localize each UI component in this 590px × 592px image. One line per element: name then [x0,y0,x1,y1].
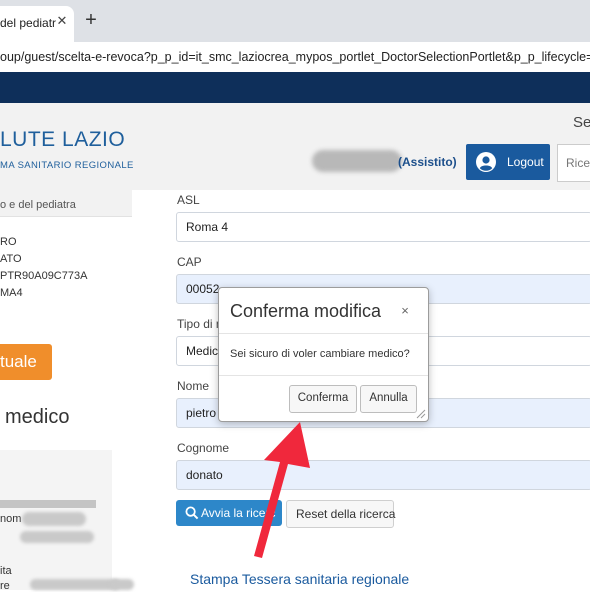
close-icon[interactable]: × [398,304,412,318]
start-search-label: Avvia la ricerc [201,506,276,520]
reset-search-button[interactable]: Reset della ricerca [286,500,396,528]
nome-label: Nome [177,379,210,393]
current-doctor-button[interactable]: tuale [0,344,52,380]
close-icon[interactable]: ✕ [55,14,69,28]
asl-value: Roma 4 [186,220,229,234]
header-search-input[interactable]: Ricer [557,144,590,182]
patient-info-line: PTR90A09C773A [0,270,88,282]
redacted-text [110,579,134,590]
redacted-user-name [312,150,402,172]
redacted-text [20,531,94,543]
doctor-info-bar [0,500,96,508]
search-icon [185,506,199,520]
logout-button[interactable]: Logout [466,144,550,180]
confirm-button[interactable]: Conferma [289,385,357,413]
annotation-arrow-shape [254,422,310,558]
brand-title[interactable]: LUTE LAZIO [0,128,125,152]
asl-label: ASL [177,193,200,207]
cognome-value: donato [186,468,223,482]
patient-info-line: ATO [0,253,22,265]
cancel-button-label: Annulla [369,392,408,404]
nome-value: pietro [186,406,217,420]
cancel-button[interactable]: Annulla [360,385,417,413]
reset-search-label: Reset della ricerca [296,507,396,521]
user-role: (Assistito) [398,155,457,169]
start-search-button[interactable]: Avvia la ricerc [176,500,282,526]
section-heading-medico: medico [5,406,70,428]
tipo-medico-value: Medic [186,344,219,358]
doctor-info-line: ita [0,565,12,577]
user-icon [476,152,496,172]
current-doctor-button-label: tuale [0,352,37,371]
asl-select[interactable]: Roma 4 [176,212,590,242]
dialog-divider [219,375,428,376]
cap-value: 00052 [186,282,220,296]
dialog-message: Sei sicuro di voler cambiare medico? [230,348,410,360]
patient-info-line: RO [0,236,17,248]
patient-info-line: MA4 [0,287,23,299]
print-health-card-link[interactable]: Stampa Tessera sanitaria regionale [190,571,409,587]
doctor-info-line: re [0,580,10,592]
url-text: oup/guest/scelta-e-revoca?p_p_id=it_smc_… [0,50,590,64]
logout-label: Logout [507,155,544,169]
new-tab-icon[interactable]: + [82,10,100,30]
browser-tab[interactable]: del pediatr ✕ [0,6,74,42]
doctor-info-line: nom [0,513,22,525]
cognome-input[interactable]: donato [176,460,590,490]
redacted-text [22,512,86,526]
left-menu-label: o e del pediatra [0,199,76,211]
header-search-placeholder: Ricer [566,156,590,170]
brand-subtitle: MA SANITARIO REGIONALE [0,160,134,171]
dialog-title: Conferma modifica [230,301,382,321]
confirm-button-label: Conferma [297,392,349,404]
cognome-label: Cognome [177,441,230,455]
cap-label: CAP [177,255,202,269]
browser-tab-bar: del pediatr ✕ + [0,0,590,42]
header-right-text: Se [573,114,590,131]
redacted-text [30,579,120,590]
address-bar[interactable]: oup/guest/scelta-e-revoca?p_p_id=it_smc_… [0,42,590,73]
tab-title: del pediatr [0,16,57,30]
resize-grip-icon[interactable] [415,408,426,419]
confirm-change-dialog: Conferma modifica × Sei sicuro di voler … [218,287,429,422]
top-nav-band [0,72,590,103]
dialog-divider [219,333,428,334]
